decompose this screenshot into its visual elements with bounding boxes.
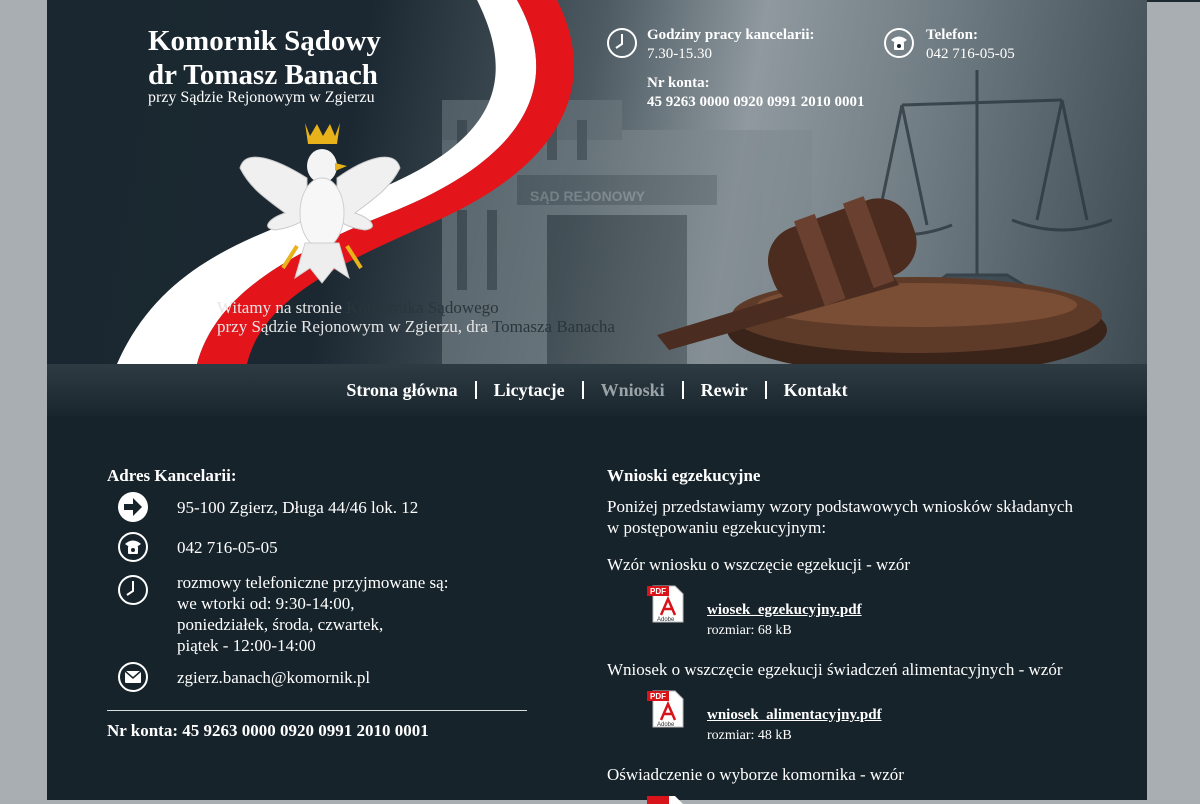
office-heading: Adres Kancelarii: [107, 466, 237, 485]
header-account-label: Nr konta: [647, 75, 710, 91]
intro-line-1: Poniżej przedstawiamy wzory podstawowych… [607, 497, 1073, 516]
nav-contact[interactable]: Kontakt [767, 380, 865, 401]
phone-icon [884, 28, 914, 58]
calls-line-4: piątek - 12:00-14:00 [177, 636, 316, 655]
nav-home[interactable]: Strona główna [329, 380, 474, 401]
header-banner: SĄD REJONOWY Komornik Sądowy dr Tomasz B… [47, 0, 1147, 364]
main-nav: Strona główna Licytacje Wnioski Rewir Ko… [47, 364, 1147, 416]
site-subtitle: przy Sądzie Rejonowym w Zgierzu [148, 89, 375, 106]
arrow-right-icon [118, 492, 148, 522]
pdf-badge: PDF [650, 587, 666, 596]
hours-label: Godziny pracy kancelarii: [647, 27, 815, 43]
calls-line-2: we wtorki od: 9:30-14:00, [177, 594, 355, 613]
clock-icon [607, 28, 637, 58]
doc-title: Wzór wniosku o wszczęcie egzekucji - wzó… [607, 555, 911, 574]
office-phone: 042 716-05-05 [177, 538, 278, 557]
office-address: 95-100 Zgierz, Długa 44/46 lok. 12 [177, 498, 419, 517]
nav-auctions[interactable]: Licytacje [477, 380, 582, 401]
file-link[interactable]: wniosek_alimentacyjny.pdf [707, 707, 882, 724]
site-title-line2: dr Tomasz Banach [148, 59, 378, 91]
building-sign: SĄD REJONOWY [530, 188, 646, 204]
office-account: Nr konta: 45 9263 0000 0920 0991 2010 00… [107, 721, 429, 740]
calls-line-1: rozmowy telefoniczne przyjmowane są: [177, 573, 449, 592]
phone-icon [118, 532, 148, 562]
doc-title: Oświadczenie o wyborze komornika - wzór [607, 765, 904, 784]
eagle-emblem [239, 123, 401, 284]
pdf-brand: Adobe [657, 617, 675, 623]
pdf-icon: PDF Adobe [647, 690, 684, 728]
file-size: rozmiar: 68 kB [707, 623, 792, 638]
welcome-part-b: Komornika Sądowego [346, 298, 499, 317]
applications-content: Wnioski egzekucyjne Poniżej przedstawiam… [607, 466, 1127, 804]
phone-value: 042 716-05-05 [926, 46, 1015, 62]
office-email[interactable]: zgierz.banach@komornik.pl [177, 667, 370, 688]
calls-line-3: poniedziałek, środa, czwartek, [177, 615, 384, 634]
office-info: Adres Kancelarii: 95-100 Zgierz, Długa 4… [107, 466, 527, 740]
page: SĄD REJONOWY Komornik Sądowy dr Tomasz B… [47, 0, 1200, 804]
site-title-line1: Komornik Sądowy [148, 25, 381, 57]
divider [107, 710, 527, 711]
welcome-text: Witamy na stronie Komornika Sądowego prz… [217, 298, 615, 336]
header-account: Nr konta: 45 9263 0000 0920 0991 2010 00… [647, 74, 865, 112]
welcome-part-c: przy Sądzie Rejonowym w Zgierzu, dra [217, 317, 492, 336]
phone-info: Telefon: 042 716-05-05 [926, 26, 1015, 64]
pdf-brand: Adobe [657, 722, 675, 728]
pdf-badge: PDF [650, 692, 666, 701]
calls-hours: rozmowy telefoniczne przyjmowane są: we … [177, 572, 448, 656]
file-size: rozmiar: 48 kB [707, 728, 792, 743]
pdf-icon: PDF Adobe [647, 585, 684, 623]
content-heading: Wnioski egzekucyjne [607, 466, 761, 485]
welcome-part-a: Witamy na stronie [217, 298, 347, 317]
hours-value: 7.30-15.30 [647, 46, 712, 62]
file-link[interactable]: wiosek_egzekucyjny.pdf [707, 602, 862, 619]
pdf-icon [647, 796, 683, 804]
envelope-icon [118, 662, 148, 692]
doc-title: Wniosek o wszczęcie egzekucji świadczeń … [607, 660, 1063, 679]
site-title: Komornik Sądowy dr Tomasz Banach [148, 24, 381, 92]
clock-icon [118, 575, 148, 605]
phone-label: Telefon: [926, 27, 978, 43]
welcome-part-d: Tomasza Banacha [491, 317, 615, 336]
nav-district[interactable]: Rewir [684, 380, 765, 401]
content-intro: Poniżej przedstawiamy wzory podstawowych… [607, 496, 1127, 538]
intro-line-2: w postępowaniu egzekucyjnym: [607, 518, 827, 537]
top-strip [1147, 0, 1200, 2]
nav-applications[interactable]: Wnioski [584, 380, 682, 401]
header-account-value: 45 9263 0000 0920 0991 2010 0001 [647, 94, 865, 110]
hours-info: Godziny pracy kancelarii: 7.30-15.30 [647, 26, 815, 64]
